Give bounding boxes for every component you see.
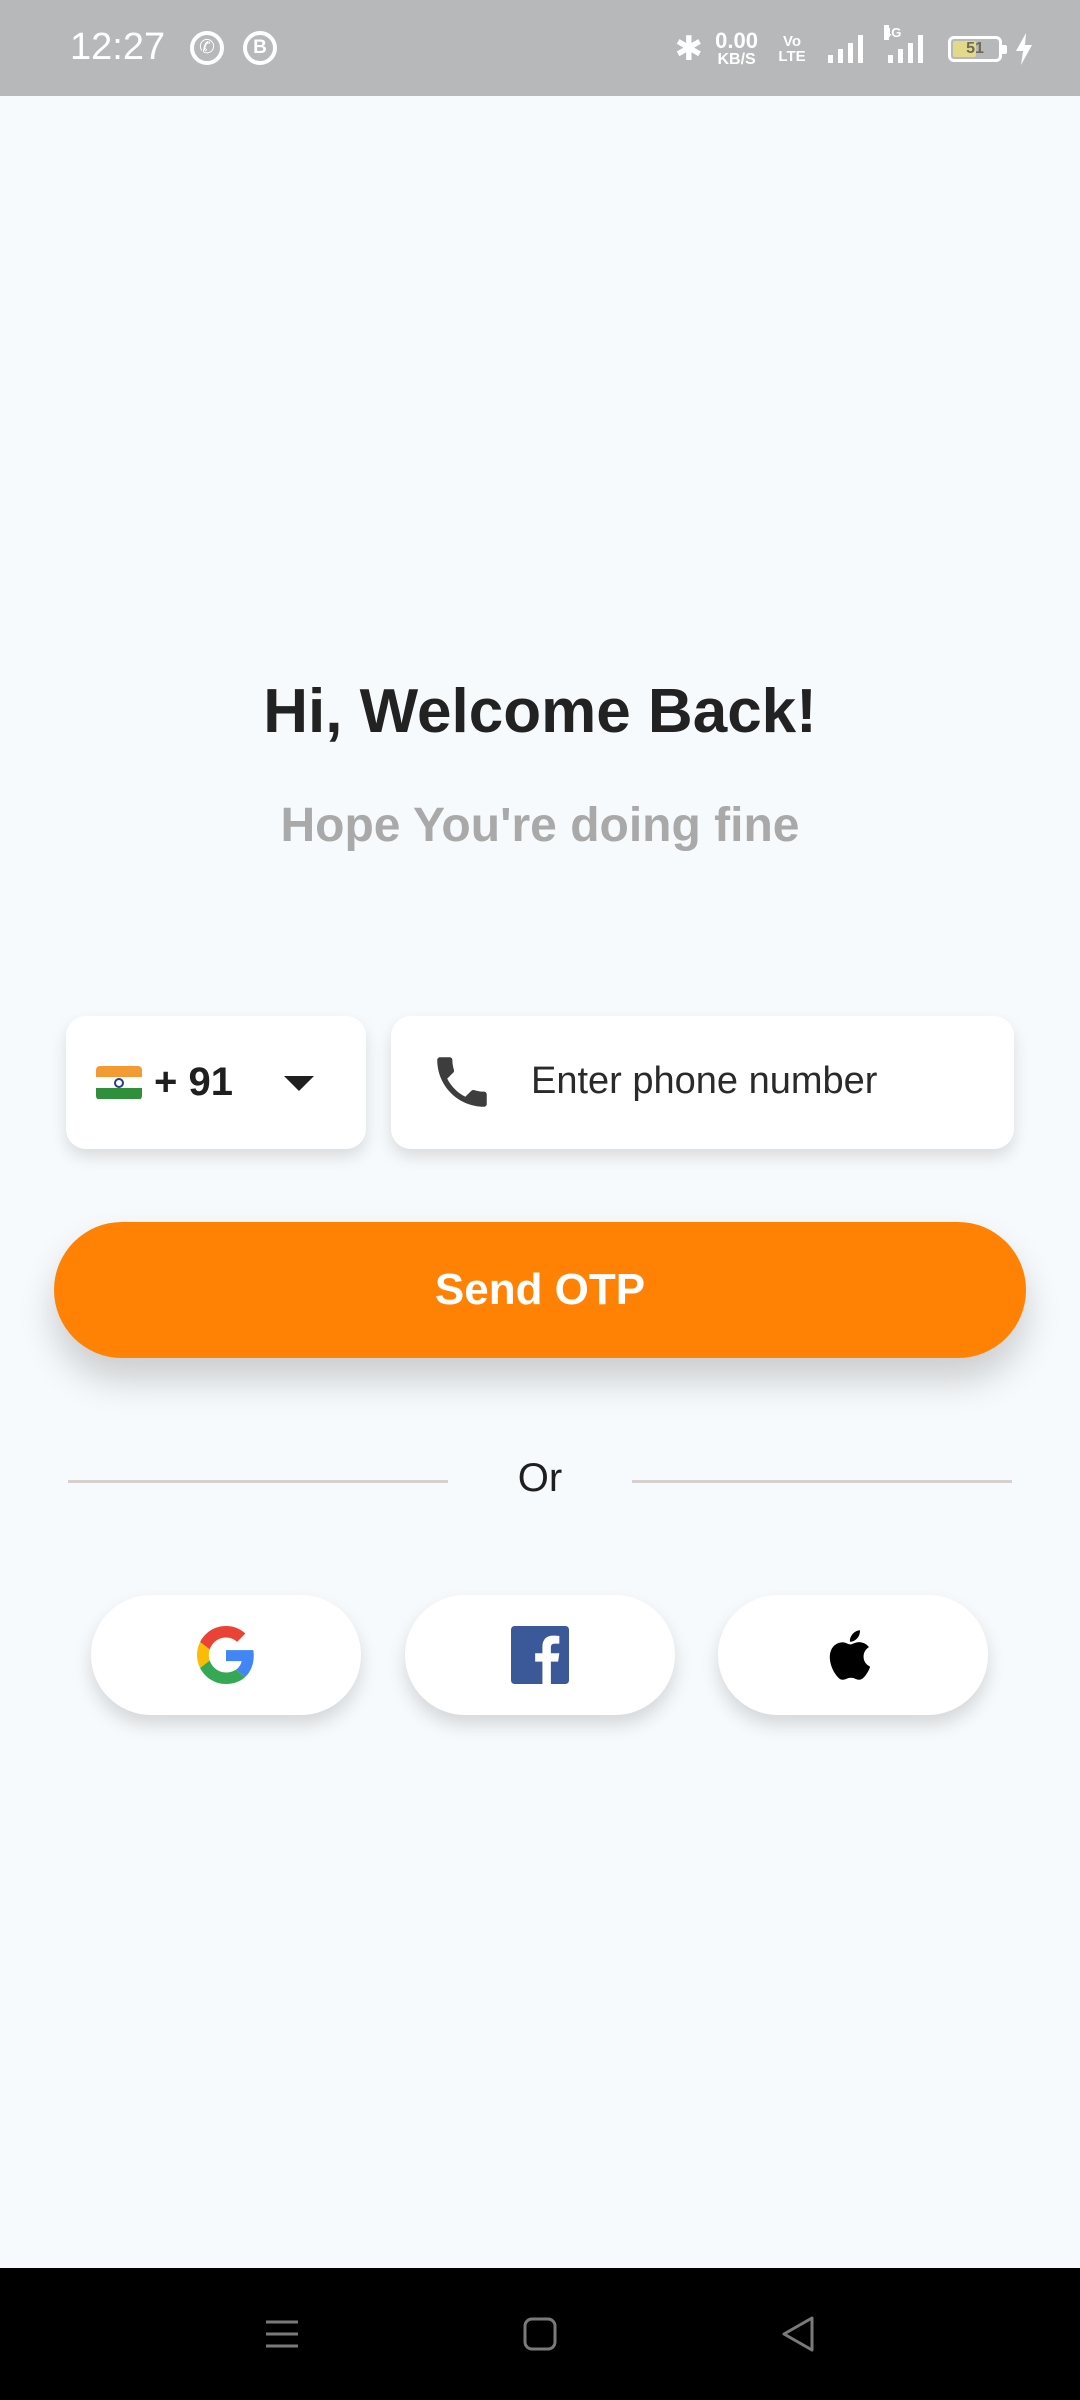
google-login-button[interactable] — [91, 1595, 361, 1715]
divider-line-right — [632, 1480, 1012, 1483]
back-triangle-icon[interactable] — [762, 2298, 834, 2370]
status-indicators: ✱ 0.00 KB/S Vo LTE 4G 51 — [675, 24, 1034, 74]
signal-icon — [828, 35, 868, 63]
menu-icon[interactable] — [246, 2298, 318, 2370]
signal-4g-icon: 4G — [884, 25, 928, 63]
network-speed: 0.00 KB/S — [715, 30, 758, 68]
network-speed-value: 0.00 — [715, 28, 758, 53]
chevron-down-icon — [284, 1076, 314, 1091]
home-square-icon[interactable] — [504, 2298, 576, 2370]
apple-icon — [829, 1630, 871, 1680]
system-nav-bar — [0, 2268, 1080, 2400]
volte-label: Vo LTE — [778, 33, 806, 65]
phone-number-field[interactable] — [391, 1016, 1014, 1149]
apple-login-button[interactable] — [718, 1595, 988, 1715]
divider-or-label: Or — [517, 1456, 563, 1500]
phone-icon — [437, 1057, 487, 1107]
country-dial-code: + 91 — [154, 1060, 233, 1104]
status-time: 12:27 — [70, 26, 166, 68]
india-flag-icon — [96, 1065, 142, 1100]
network-type-label: 4G — [884, 25, 902, 40]
google-icon — [197, 1626, 254, 1684]
country-code-picker[interactable]: + 91 — [66, 1016, 366, 1149]
battery-level: 51 — [966, 40, 984, 57]
status-bar: 12:27 ✆ B ✱ 0.00 KB/S Vo LTE 4G 51 — [0, 0, 1080, 96]
facebook-login-button[interactable] — [405, 1595, 675, 1715]
phone-number-input[interactable] — [531, 1046, 991, 1116]
network-speed-unit: KB/S — [717, 51, 756, 68]
divider-line-left — [68, 1480, 448, 1483]
page-title: Hi, Welcome Back! — [263, 677, 817, 746]
business-b-icon: B — [243, 31, 277, 65]
send-otp-button[interactable]: Send OTP — [54, 1222, 1026, 1358]
whatsapp-icon: ✆ — [190, 31, 224, 65]
charging-icon — [1016, 33, 1032, 65]
battery-icon: 51 — [948, 36, 1007, 62]
page-subtitle: Hope You're doing fine — [280, 799, 800, 852]
battery-tip — [1002, 45, 1007, 54]
bluetooth-icon: ✱ — [674, 30, 704, 68]
facebook-icon — [511, 1626, 569, 1684]
login-screen: 12:27 ✆ B ✱ 0.00 KB/S Vo LTE 4G 51 Hi, W… — [0, 0, 1080, 2400]
